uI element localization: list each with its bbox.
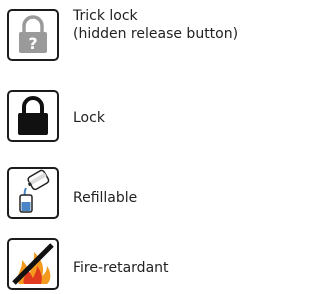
legend-row-fire-retardant: Fire-retardant [0, 228, 260, 294]
trick-lock-label-line1: Trick lock [73, 8, 138, 24]
trick-lock-icon: ? [7, 9, 59, 61]
lock-icon [7, 90, 59, 142]
legend-row-refillable: Refillable [0, 158, 260, 220]
trick-lock-label: Trick lock (hidden release button) [73, 7, 238, 43]
refillable-label: Refillable [73, 190, 138, 206]
trick-lock-label-line2: (hidden release button) [73, 26, 239, 42]
refill-icon [7, 167, 59, 219]
fire-retardant-icon [7, 238, 59, 290]
svg-text:?: ? [28, 34, 37, 53]
lock-label: Lock [73, 110, 105, 126]
legend-row-lock: Lock [0, 80, 260, 142]
legend-row-trick-lock: ? Trick lock (hidden release button) [0, 0, 260, 62]
fire-retardant-label: Fire-retardant [73, 260, 169, 276]
